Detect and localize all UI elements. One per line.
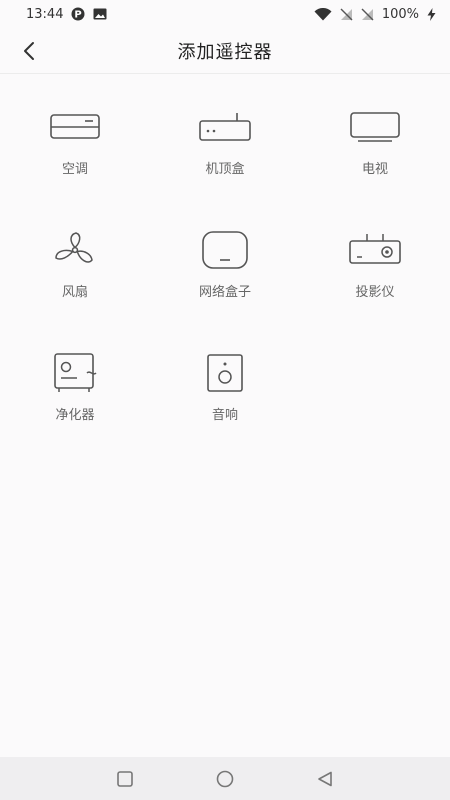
device-label: 机顶盒 <box>205 162 245 177</box>
device-air-conditioner[interactable]: 空调 <box>0 74 150 184</box>
device-label: 风扇 <box>61 285 88 300</box>
status-time: 13:44 <box>26 6 64 22</box>
set-top-box-icon <box>195 102 255 152</box>
recents-button[interactable] <box>105 759 145 799</box>
home-button[interactable] <box>205 759 245 799</box>
network-box-icon <box>195 225 255 275</box>
back-nav-button[interactable] <box>305 759 345 799</box>
device-label: 音响 <box>211 408 238 423</box>
charging-icon <box>427 7 436 21</box>
no-sim-icon <box>361 8 374 21</box>
device-purifier[interactable]: 净化器 <box>0 320 150 430</box>
speaker-icon <box>195 348 255 398</box>
parking-app-icon: P <box>71 7 85 21</box>
tv-icon <box>345 102 405 152</box>
device-label: 投影仪 <box>355 285 395 300</box>
battery-text: 100% <box>381 6 419 22</box>
app-header: 添加遥控器 <box>0 28 450 74</box>
system-nav-bar <box>0 757 450 800</box>
back-triangle-icon <box>316 770 334 788</box>
air-conditioner-icon <box>45 102 105 152</box>
page-title: 添加遥控器 <box>177 42 273 63</box>
home-icon <box>215 769 235 789</box>
device-label: 净化器 <box>55 408 95 423</box>
status-right: 100% <box>314 7 436 22</box>
device-label: 网络盒子 <box>198 285 251 300</box>
device-projector[interactable]: 投影仪 <box>300 197 450 307</box>
status-bar: 13:44 P 100% <box>0 0 450 28</box>
gallery-icon <box>93 8 107 20</box>
purifier-icon <box>45 348 105 398</box>
no-sim-icon <box>340 8 353 21</box>
device-label: 空调 <box>61 162 88 177</box>
fan-icon <box>45 225 105 275</box>
svg-text:P: P <box>75 10 82 21</box>
wifi-icon <box>314 7 332 21</box>
device-set-top-box[interactable]: 机顶盒 <box>150 74 300 184</box>
device-speaker[interactable]: 音响 <box>150 320 300 430</box>
projector-icon <box>345 225 405 275</box>
device-label: 电视 <box>361 162 388 177</box>
device-fan[interactable]: 风扇 <box>0 197 150 307</box>
recents-icon <box>116 770 134 788</box>
device-tv[interactable]: 电视 <box>300 74 450 184</box>
status-left: 13:44 P <box>26 7 107 22</box>
device-network-box[interactable]: 网络盒子 <box>150 197 300 307</box>
